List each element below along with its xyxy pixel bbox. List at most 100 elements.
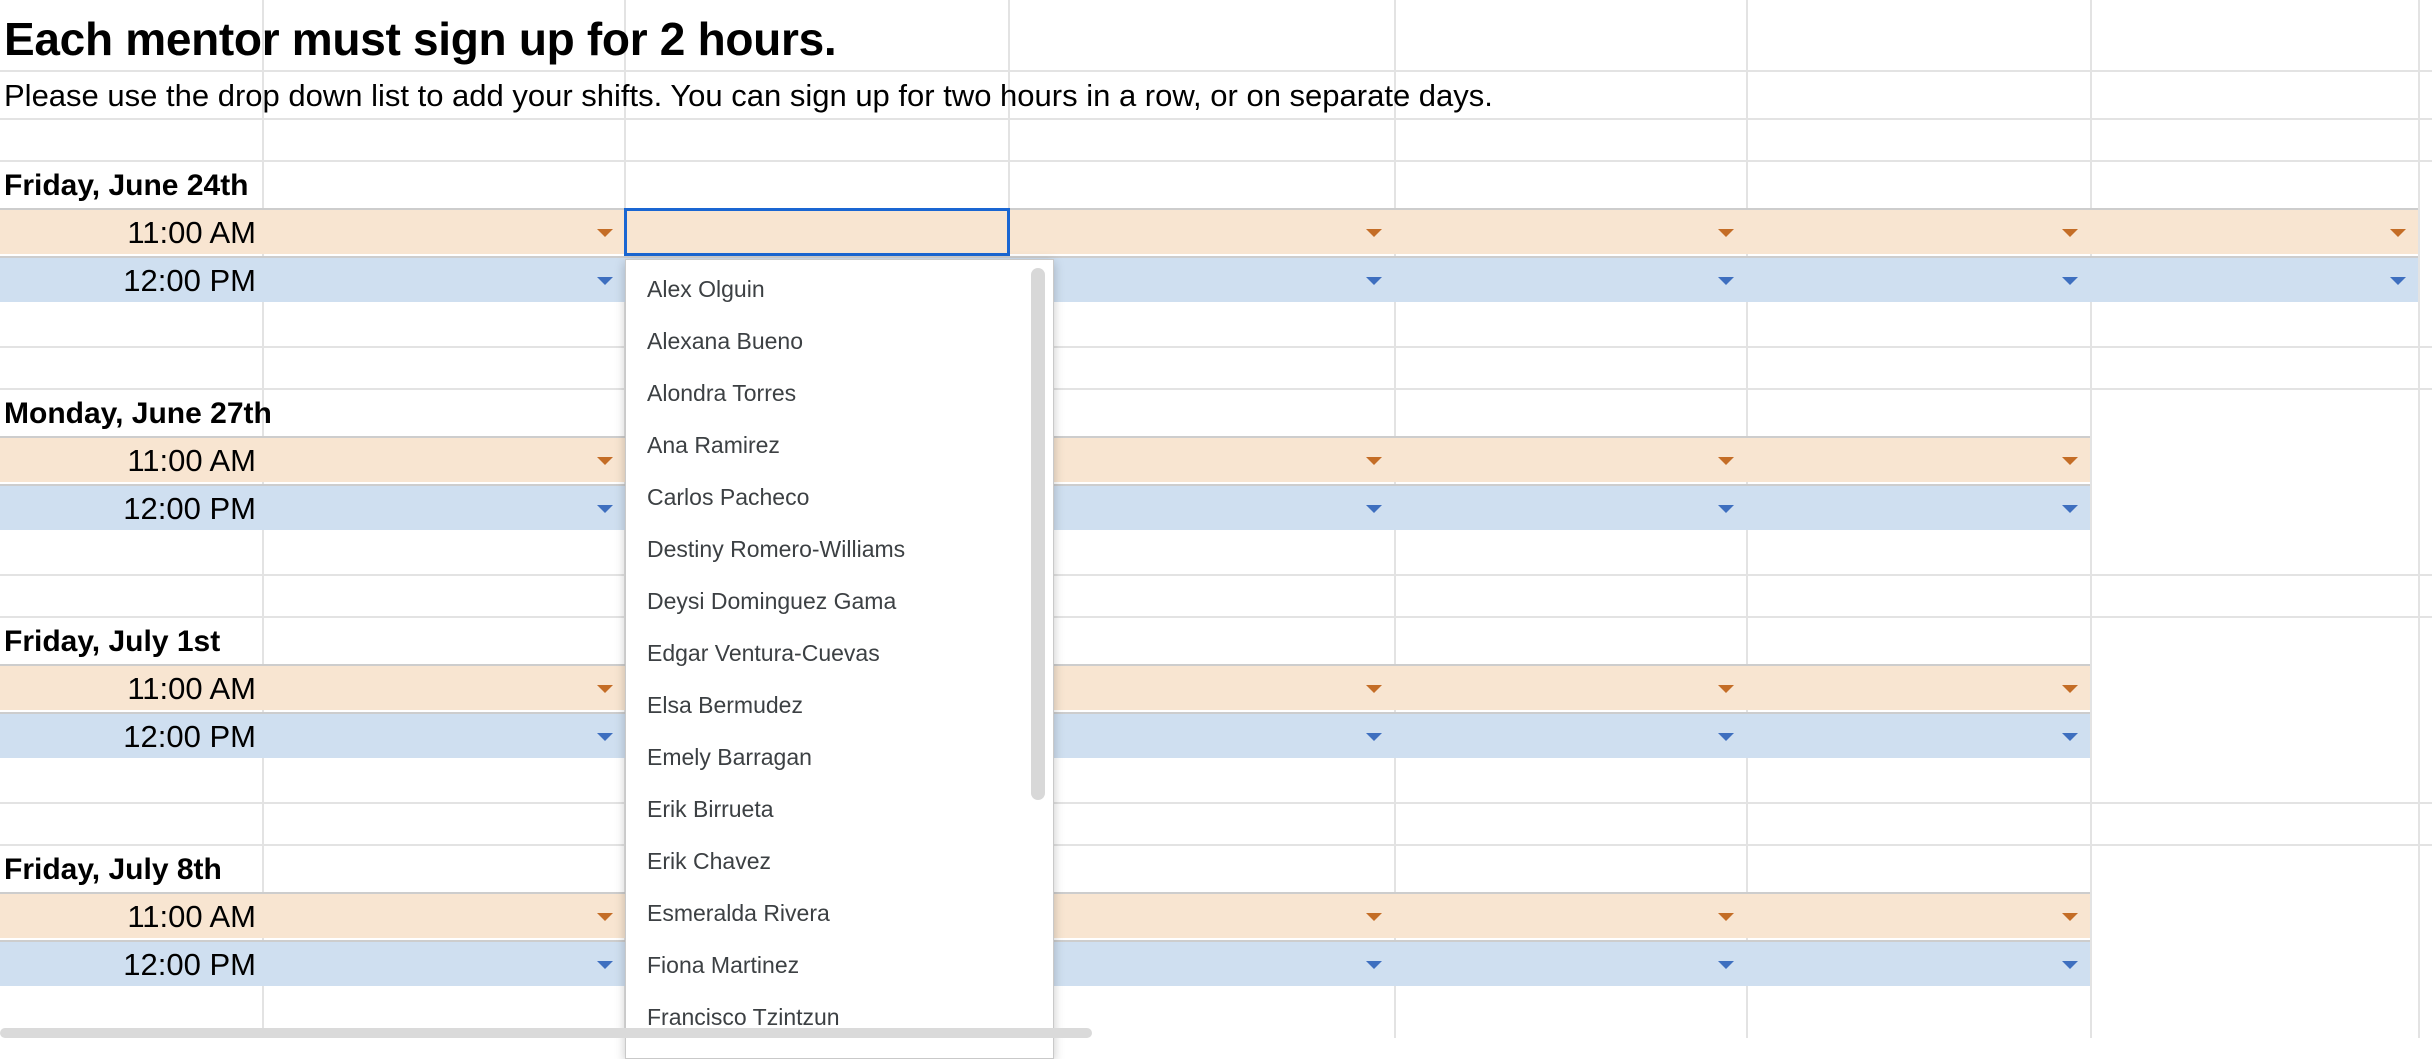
mentor-dropdown-cell[interactable] (1748, 486, 2086, 530)
mentor-dropdown-cell[interactable] (1010, 258, 1390, 302)
dropdown-option[interactable]: Elsa Bermudez (626, 679, 1053, 731)
day-heading: Monday, June 27th (4, 397, 272, 430)
time-slot-label: 11:00 AM (127, 899, 256, 934)
chevron-down-icon[interactable] (2062, 733, 2078, 741)
mentor-dropdown-cell[interactable] (1010, 714, 1390, 758)
dropdown-option[interactable]: Edgar Ventura-Cuevas (626, 627, 1053, 679)
mentor-dropdown-cell[interactable] (1396, 210, 1742, 254)
chevron-down-icon[interactable] (597, 685, 613, 693)
dropdown-option[interactable]: Alondra Torres (626, 367, 1053, 419)
row-gridline (0, 388, 2432, 390)
mentor-dropdown-cell[interactable] (1010, 438, 1390, 482)
mentor-dropdown-cell[interactable] (2092, 210, 2414, 254)
dropdown-option[interactable]: Alexana Bueno (626, 315, 1053, 367)
chevron-down-icon[interactable] (2062, 229, 2078, 237)
chevron-down-icon[interactable] (1718, 733, 1734, 741)
chevron-down-icon[interactable] (1366, 277, 1382, 285)
chevron-down-icon[interactable] (597, 277, 613, 285)
horizontal-scrollbar[interactable] (0, 1028, 1092, 1038)
chevron-down-icon[interactable] (2390, 277, 2406, 285)
chevron-down-icon[interactable] (1366, 505, 1382, 513)
chevron-down-icon[interactable] (2062, 685, 2078, 693)
mentor-dropdown-cell[interactable] (1748, 942, 2086, 986)
mentor-dropdown-cell[interactable] (1396, 486, 1742, 530)
dropdown-option[interactable]: Erik Chavez (626, 835, 1053, 887)
chevron-down-icon[interactable] (1718, 457, 1734, 465)
dropdown-option[interactable]: Fiona Martinez (626, 939, 1053, 991)
chevron-down-icon[interactable] (597, 229, 613, 237)
mentor-dropdown-cell[interactable] (264, 942, 621, 986)
row-gridline (0, 118, 2432, 120)
mentor-dropdown-cell[interactable] (1748, 894, 2086, 938)
mentor-dropdown-cell[interactable] (1748, 666, 2086, 710)
mentor-dropdown-cell[interactable] (1396, 666, 1742, 710)
mentor-dropdown-cell[interactable] (264, 714, 621, 758)
mentor-dropdown-cell[interactable] (1396, 714, 1742, 758)
mentor-dropdown-cell[interactable] (2092, 258, 2414, 302)
mentor-dropdown-cell[interactable] (1748, 714, 2086, 758)
mentor-dropdown-cell[interactable] (264, 258, 621, 302)
time-slot-label: 12:00 PM (123, 491, 256, 526)
mentor-dropdown-cell[interactable] (264, 894, 621, 938)
mentor-dropdown-cell[interactable] (1396, 258, 1742, 302)
time-slot-label: 11:00 AM (127, 443, 256, 478)
mentor-dropdown-cell[interactable] (1396, 894, 1742, 938)
time-slot-label: 11:00 AM (127, 215, 256, 250)
dropdown-option[interactable]: Carlos Pacheco (626, 471, 1053, 523)
chevron-down-icon[interactable] (1366, 685, 1382, 693)
chevron-down-icon[interactable] (2062, 913, 2078, 921)
chevron-down-icon[interactable] (597, 733, 613, 741)
chevron-down-icon[interactable] (2062, 961, 2078, 969)
selected-cell[interactable] (624, 208, 1010, 256)
mentor-dropdown-cell[interactable] (1010, 942, 1390, 986)
dropdown-option[interactable]: Emely Barragan (626, 731, 1053, 783)
dropdown-options: Alex Olguin Alexana Bueno Alondra Torres An… (626, 263, 1053, 1043)
chevron-down-icon[interactable] (597, 457, 613, 465)
mentor-dropdown-cell[interactable] (264, 486, 621, 530)
chevron-down-icon[interactable] (2062, 457, 2078, 465)
dropdown-option[interactable]: Deysi Dominguez Gama (626, 575, 1053, 627)
dropdown-option[interactable]: Ana Ramirez (626, 419, 1053, 471)
chevron-down-icon[interactable] (2390, 229, 2406, 237)
chevron-down-icon[interactable] (1718, 505, 1734, 513)
chevron-down-icon[interactable] (1718, 229, 1734, 237)
chevron-down-icon[interactable] (1718, 961, 1734, 969)
name-dropdown-list[interactable]: Alex Olguin Alexana Bueno Alondra Torres An… (625, 259, 1054, 1059)
mentor-dropdown-cell[interactable] (264, 438, 621, 482)
dropdown-option[interactable]: Erik Birrueta (626, 783, 1053, 835)
mentor-dropdown-cell[interactable] (264, 666, 621, 710)
row-gridline (0, 160, 2432, 162)
mentor-dropdown-cell[interactable] (264, 210, 621, 254)
dropdown-option[interactable]: Esmeralda Rivera (626, 887, 1053, 939)
chevron-down-icon[interactable] (1718, 685, 1734, 693)
dropdown-scrollbar[interactable] (1031, 268, 1045, 800)
chevron-down-icon[interactable] (597, 505, 613, 513)
chevron-down-icon[interactable] (1366, 457, 1382, 465)
mentor-dropdown-cell[interactable] (1010, 486, 1390, 530)
chevron-down-icon[interactable] (597, 961, 613, 969)
dropdown-option[interactable]: Destiny Romero-Williams (626, 523, 1053, 575)
mentor-dropdown-cell[interactable] (1748, 210, 2086, 254)
chevron-down-icon[interactable] (2062, 505, 2078, 513)
time-slot-row: 11:00 AM (0, 208, 2418, 254)
mentor-dropdown-cell[interactable] (1396, 438, 1742, 482)
row-gridline (0, 802, 2432, 804)
chevron-down-icon[interactable] (1366, 961, 1382, 969)
chevron-down-icon[interactable] (1718, 277, 1734, 285)
day-heading: Friday, July 8th (4, 853, 222, 886)
chevron-down-icon[interactable] (1366, 913, 1382, 921)
mentor-dropdown-cell[interactable] (1748, 438, 2086, 482)
dropdown-option[interactable]: Alex Olguin (626, 263, 1053, 315)
chevron-down-icon[interactable] (2062, 277, 2078, 285)
chevron-down-icon[interactable] (597, 913, 613, 921)
chevron-down-icon[interactable] (1718, 913, 1734, 921)
chevron-down-icon[interactable] (1366, 229, 1382, 237)
spreadsheet-grid[interactable]: Each mentor must sign up for 2 hours. Pl… (0, 0, 2432, 1038)
mentor-dropdown-cell[interactable] (1010, 666, 1390, 710)
mentor-dropdown-cell[interactable] (1010, 894, 1390, 938)
mentor-dropdown-cell[interactable] (1396, 942, 1742, 986)
mentor-dropdown-cell[interactable] (1010, 210, 1390, 254)
chevron-down-icon[interactable] (1366, 733, 1382, 741)
sheet-instructions: Please use the drop down list to add you… (4, 78, 1493, 113)
mentor-dropdown-cell[interactable] (1748, 258, 2086, 302)
